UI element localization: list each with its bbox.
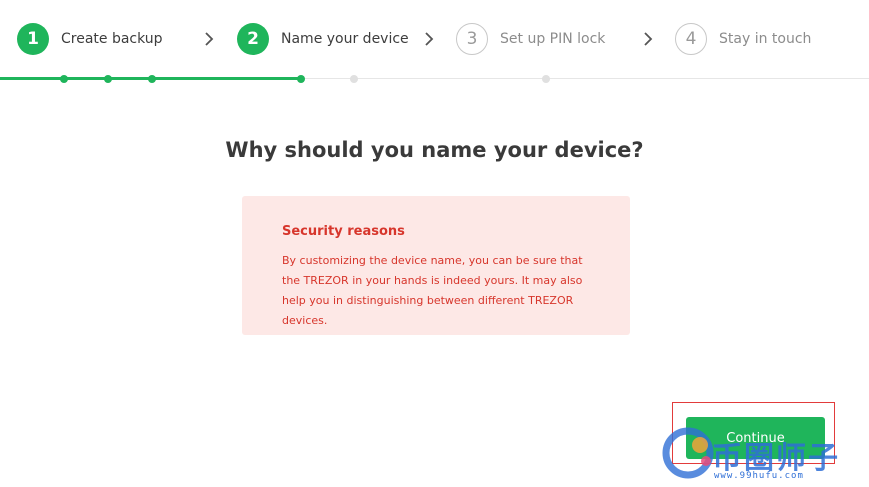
chevron-right-icon	[204, 31, 214, 47]
step-label: Set up PIN lock	[500, 31, 606, 47]
progress-dot	[104, 75, 112, 83]
step-number-badge: 3	[456, 23, 488, 55]
onboarding-stepper: 1 Create backup 2 Name your device 3 Set…	[0, 0, 869, 83]
progress-dot	[350, 75, 358, 83]
step-number-badge: 4	[675, 23, 707, 55]
step-label: Create backup	[61, 31, 163, 47]
step-stay-in-touch[interactable]: 4 Stay in touch	[675, 23, 811, 55]
page-title: Why should you name your device?	[225, 138, 644, 162]
step-label: Name your device	[281, 31, 409, 47]
step-name-device[interactable]: 2 Name your device	[237, 23, 409, 55]
step-number-badge: 1	[17, 23, 49, 55]
step-create-backup[interactable]: 1 Create backup	[17, 23, 163, 55]
progress-dot	[297, 75, 305, 83]
chevron-right-icon	[424, 31, 434, 47]
watermark-logo-icon	[662, 427, 714, 479]
security-notice: Security reasons By customizing the devi…	[242, 196, 630, 335]
step-pin-lock[interactable]: 3 Set up PIN lock	[456, 23, 605, 55]
watermark-url: www.99hufu.com	[714, 471, 804, 481]
notice-title: Security reasons	[282, 224, 405, 239]
progress-dot	[542, 75, 550, 83]
step-label: Stay in touch	[719, 31, 812, 47]
watermark: 币圈师子 www.99hufu.com	[660, 415, 869, 487]
progress-dot	[148, 75, 156, 83]
step-number-badge: 2	[237, 23, 269, 55]
chevron-right-icon	[643, 31, 653, 47]
notice-body: By customizing the device name, you can …	[282, 254, 583, 327]
progress-dot	[60, 75, 68, 83]
